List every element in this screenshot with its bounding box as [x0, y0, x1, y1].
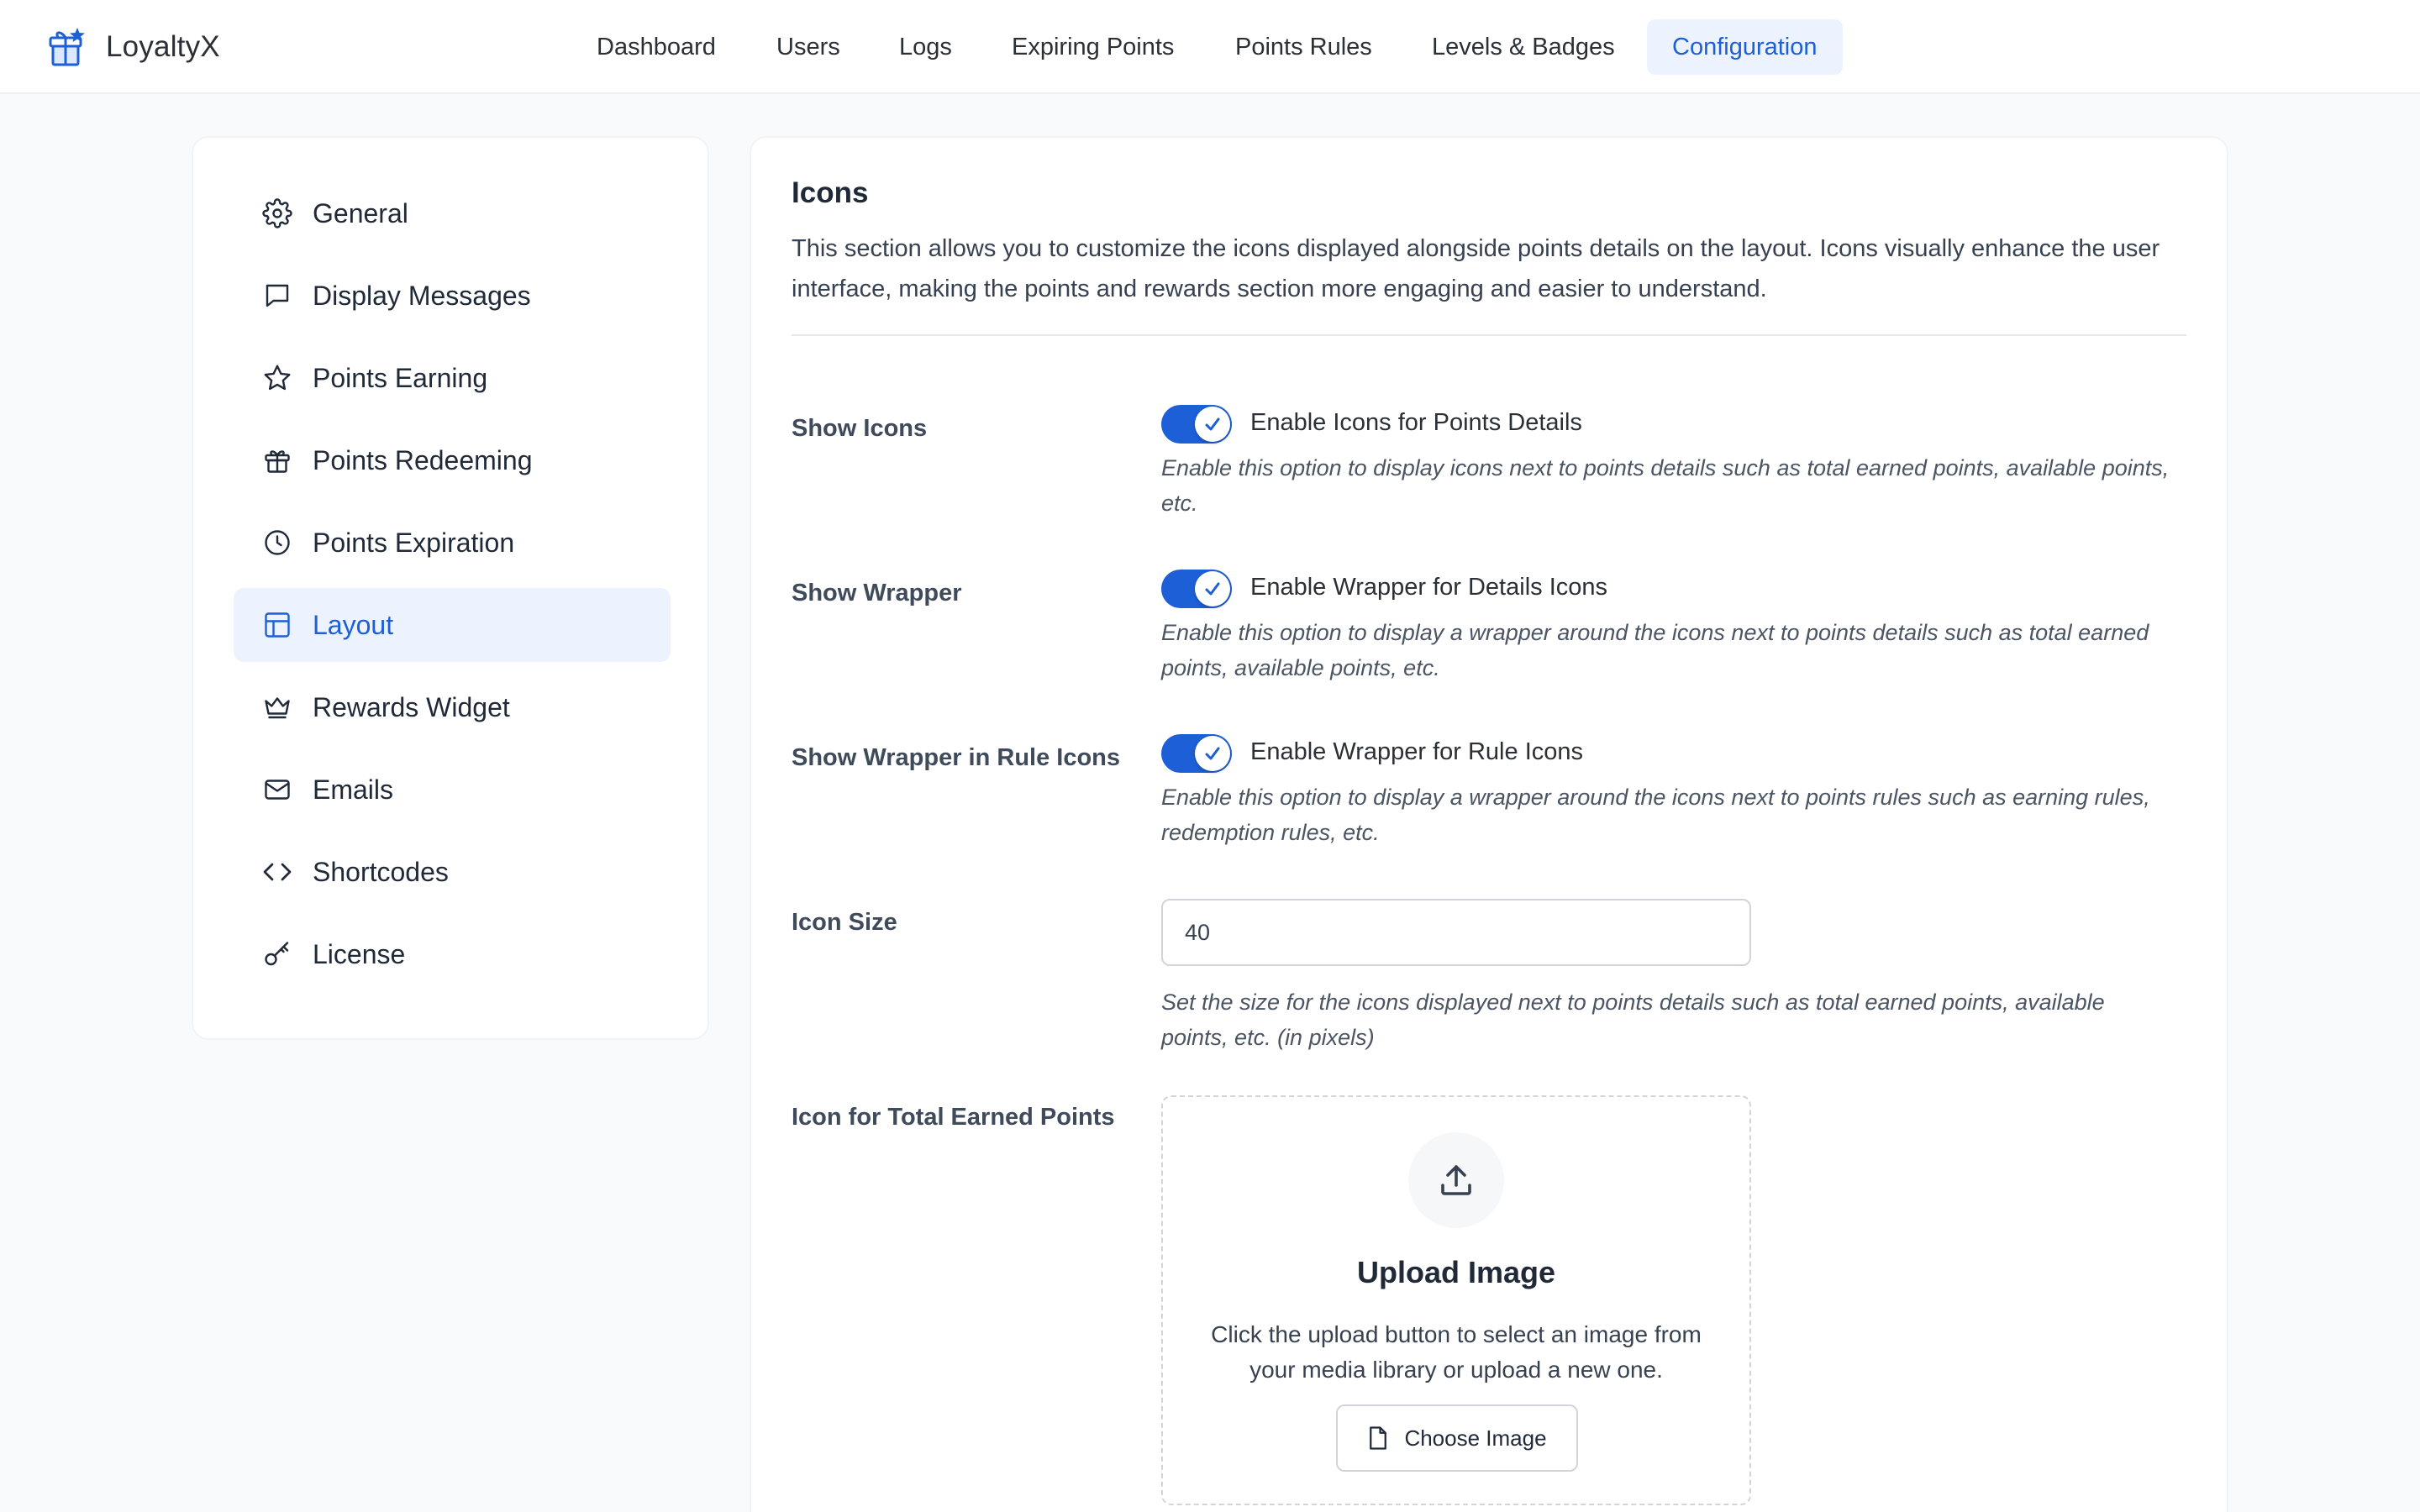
top-bar: LoyaltyX Dashboard Users Logs Expiring P…	[0, 0, 2420, 94]
sidebar-item-label: Emails	[313, 774, 394, 805]
toggle-knob	[1195, 407, 1230, 442]
layout-icon	[265, 612, 290, 638]
sidebar-item-label: Rewards Widget	[313, 691, 510, 722]
message-icon	[266, 284, 289, 307]
icon-size-help: Set the size for the icons displayed nex…	[1161, 990, 2105, 1050]
toggle-knob	[1195, 736, 1230, 771]
show-wrapper-rule-toggle[interactable]	[1161, 734, 1232, 773]
sidebar-item-layout[interactable]: Layout	[234, 588, 671, 662]
sidebar-item-label: Points Expiration	[313, 527, 515, 558]
show-wrapper-rule-label: Show Wrapper in Rule Icons	[792, 744, 1121, 771]
settings-sidebar: General Display Messages Points Earning …	[192, 136, 709, 1040]
upload-icon-wrapper	[1408, 1132, 1504, 1228]
sidebar-item-shortcodes[interactable]: Shortcodes	[234, 835, 671, 909]
nav-dashboard[interactable]: Dashboard	[571, 19, 741, 75]
nav-users[interactable]: Users	[751, 19, 865, 75]
upload-title: Upload Image	[1356, 1255, 1556, 1289]
show-wrapper-help: Enable this option to display a wrapper …	[1161, 620, 2149, 680]
sidebar-item-label: Layout	[313, 609, 394, 640]
check-icon	[1205, 417, 1220, 431]
show-wrapper-toggle[interactable]	[1161, 570, 1232, 608]
choose-image-label: Choose Image	[1404, 1425, 1547, 1451]
icon-size-input[interactable]	[1161, 899, 1751, 966]
sidebar-item-label: Shortcodes	[313, 856, 449, 887]
divider	[792, 334, 2186, 336]
nav-points-rules[interactable]: Points Rules	[1210, 19, 1397, 75]
show-wrapper-label: Show Wrapper	[792, 580, 962, 606]
gear-icon	[262, 198, 292, 228]
show-icons-label: Show Icons	[792, 415, 928, 442]
sidebar-item-label: Points Earning	[313, 362, 488, 393]
section-description: This section allows you to customize the…	[792, 235, 2160, 302]
section-title: Icons	[792, 176, 869, 209]
key-icon	[265, 942, 289, 966]
sidebar-item-points-expiration[interactable]: Points Expiration	[234, 506, 671, 580]
check-icon	[1205, 582, 1220, 596]
nav-expiring-points[interactable]: Expiring Points	[986, 19, 1199, 75]
sidebar-item-label: License	[313, 938, 406, 969]
show-icons-help: Enable this option to display icons next…	[1161, 455, 2170, 516]
show-wrapper-toggle-label: Enable Wrapper for Details Icons	[1250, 574, 1608, 601]
show-icons-toggle[interactable]	[1161, 405, 1232, 444]
code-icon	[263, 863, 292, 881]
check-icon	[1205, 747, 1220, 760]
toggle-knob	[1195, 571, 1230, 606]
sidebar-item-general[interactable]: General	[234, 176, 671, 250]
sidebar-item-emails[interactable]: Emails	[234, 753, 671, 827]
show-wrapper-rule-toggle-label: Enable Wrapper for Rule Icons	[1250, 738, 1584, 765]
icon-total-earned-label: Icon for Total Earned Points	[792, 1104, 1115, 1131]
main-nav: Dashboard Users Logs Expiring Points Poi…	[0, 19, 2420, 75]
choose-image-button[interactable]: Choose Image	[1336, 1404, 1578, 1472]
sidebar-item-rewards-widget[interactable]: Rewards Widget	[234, 670, 671, 744]
show-icons-toggle-label: Enable Icons for Points Details	[1250, 409, 1582, 436]
nav-levels-badges[interactable]: Levels & Badges	[1407, 19, 1640, 75]
gift-icon	[265, 450, 290, 473]
nav-configuration[interactable]: Configuration	[1647, 19, 1843, 75]
sidebar-item-points-redeeming[interactable]: Points Redeeming	[234, 423, 671, 497]
sidebar-item-display-messages[interactable]: Display Messages	[234, 259, 671, 333]
sidebar-item-license[interactable]: License	[234, 917, 671, 991]
file-icon	[1370, 1426, 1387, 1450]
sidebar-item-label: Points Redeeming	[313, 444, 533, 475]
upload-icon	[1441, 1165, 1471, 1195]
mail-icon	[265, 780, 290, 800]
sidebar-item-label: General	[313, 197, 408, 228]
upload-description: Click the upload button to select an ima…	[1211, 1321, 1702, 1383]
icon-size-label: Icon Size	[792, 909, 897, 936]
star-icon	[264, 365, 291, 391]
sidebar-item-label: Display Messages	[313, 280, 531, 311]
crown-icon	[265, 697, 290, 719]
icons-settings-panel: Icons This section allows you to customi…	[750, 136, 2228, 1512]
image-upload-dropzone[interactable]: Upload Image Click the upload button to …	[1161, 1095, 1751, 1505]
show-wrapper-rule-help: Enable this option to display a wrapper …	[1161, 785, 2150, 845]
clock-icon	[265, 530, 290, 555]
nav-logs[interactable]: Logs	[874, 19, 977, 75]
sidebar-item-points-earning[interactable]: Points Earning	[234, 341, 671, 415]
